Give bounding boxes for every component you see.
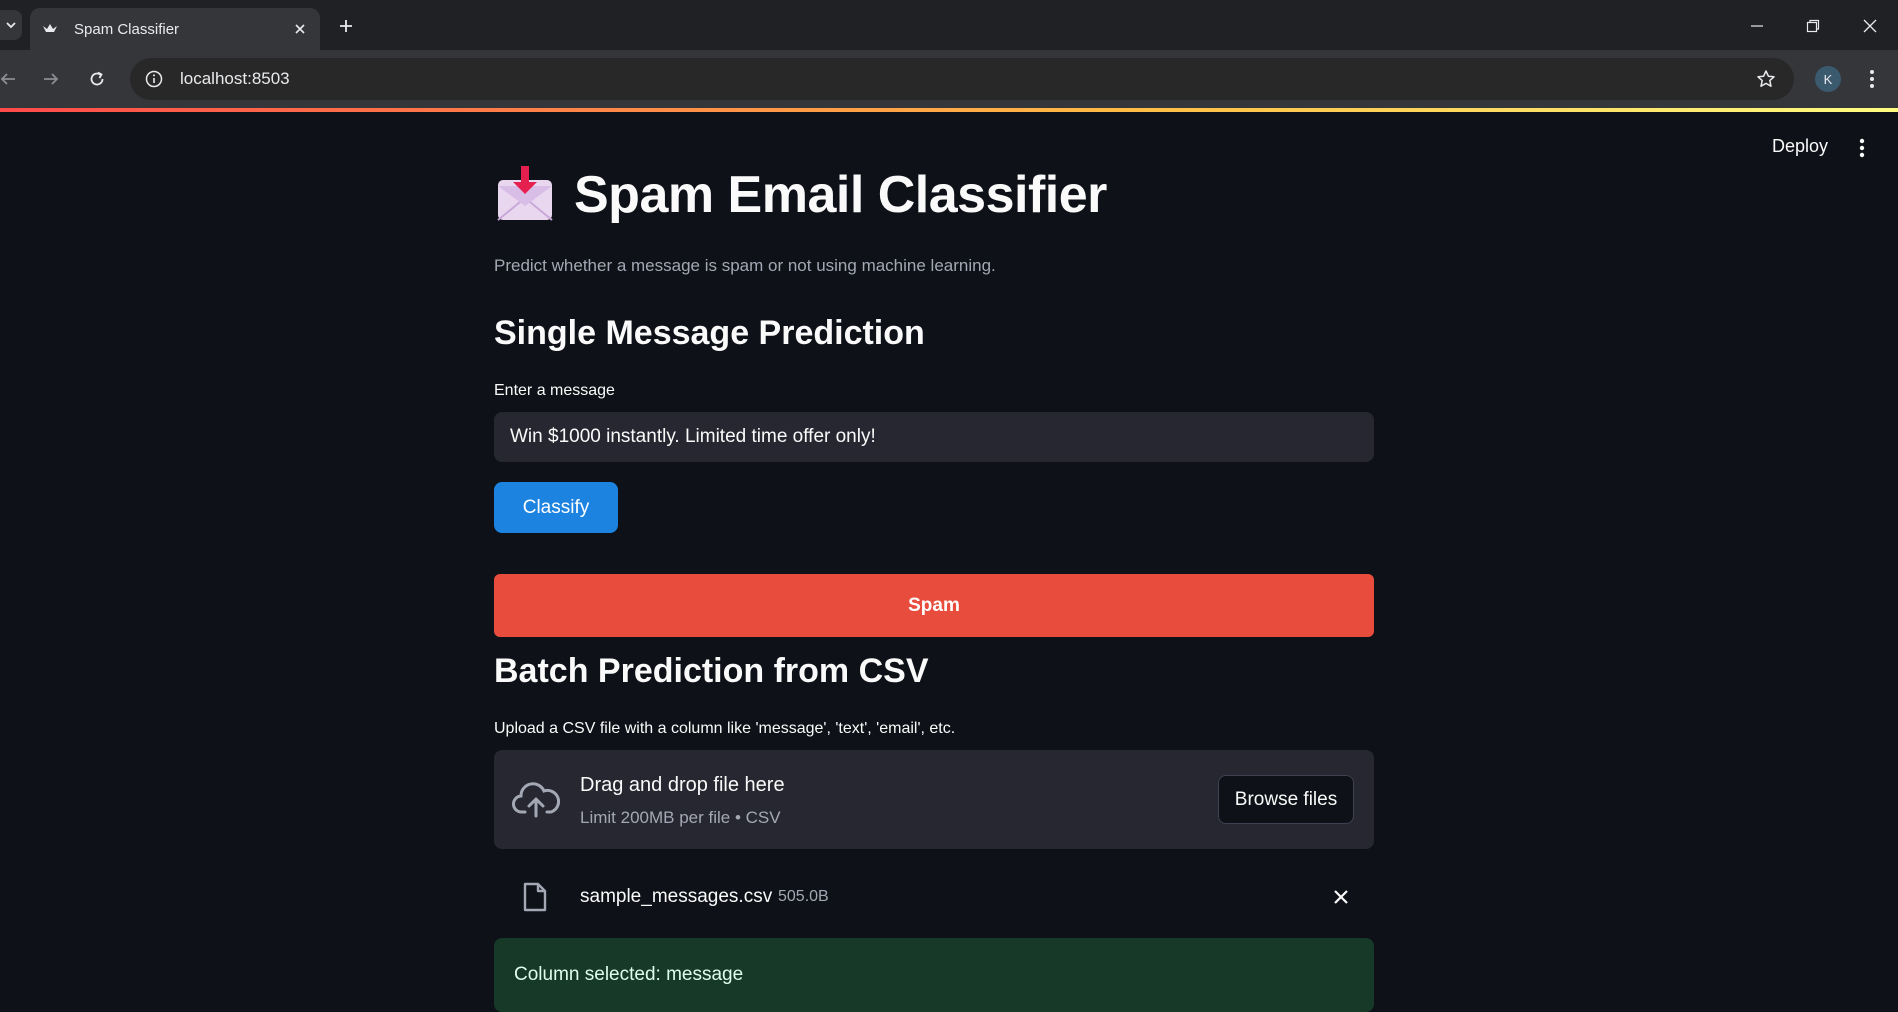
site-info-icon[interactable] bbox=[142, 67, 166, 91]
browse-files-button[interactable]: Browse files bbox=[1218, 775, 1354, 824]
deploy-button[interactable]: Deploy bbox=[1772, 136, 1828, 157]
dropzone-title: Drag and drop file here bbox=[580, 774, 785, 796]
streamlit-favicon-icon bbox=[42, 21, 58, 37]
message-input-label: Enter a message bbox=[494, 382, 615, 399]
classify-button[interactable]: Classify bbox=[494, 482, 618, 533]
incoming-envelope-icon bbox=[497, 166, 553, 221]
browser-tabstrip: Spam Classifier bbox=[0, 0, 1898, 50]
csv-upload-label: Upload a CSV file with a column like 'me… bbox=[494, 720, 956, 737]
uploaded-file-size: 505.0B bbox=[778, 888, 829, 905]
prediction-result-badge: Spam bbox=[494, 574, 1374, 637]
uploaded-file-name: sample_messages.csv bbox=[580, 886, 773, 907]
dropzone-hint: Limit 200MB per file • CSV bbox=[580, 808, 781, 827]
message-input[interactable] bbox=[494, 412, 1374, 462]
tab-title: Spam Classifier bbox=[74, 20, 180, 38]
forward-arrow-icon[interactable] bbox=[37, 65, 65, 93]
browser-tab-active[interactable]: Spam Classifier bbox=[30, 8, 320, 50]
chevron-down-icon bbox=[6, 22, 16, 29]
new-tab-plus-icon[interactable] bbox=[334, 14, 358, 38]
back-arrow-icon[interactable] bbox=[0, 65, 22, 93]
file-icon bbox=[523, 882, 547, 912]
cloud-upload-icon bbox=[512, 782, 560, 818]
batch-prediction-heading: Batch Prediction from CSV bbox=[494, 652, 929, 690]
tab-close-icon[interactable] bbox=[290, 19, 310, 39]
window-minimize-icon[interactable] bbox=[1745, 14, 1769, 38]
url-text: localhost:8503 bbox=[180, 69, 290, 88]
streamlit-decoration-bar bbox=[0, 108, 1898, 112]
main-menu-icon[interactable] bbox=[1850, 134, 1874, 162]
window-close-icon[interactable] bbox=[1858, 14, 1882, 38]
page-subtitle: Predict whether a message is spam or not… bbox=[494, 256, 996, 275]
file-dropzone[interactable]: Drag and drop file here Limit 200MB per … bbox=[494, 750, 1374, 849]
address-bar[interactable]: localhost:8503 bbox=[130, 58, 1794, 100]
browser-menu-icon[interactable] bbox=[1860, 64, 1884, 94]
tab-search-button[interactable] bbox=[0, 10, 22, 40]
uploaded-file-item: sample_messages.csv 505.0B bbox=[494, 870, 1374, 920]
page-title: Spam Email Classifier bbox=[494, 164, 1107, 226]
window-restore-icon[interactable] bbox=[1801, 14, 1825, 38]
page-title-text: Spam Email Classifier bbox=[574, 166, 1107, 224]
browser-toolbar: localhost:8503 K bbox=[0, 50, 1898, 108]
single-prediction-heading: Single Message Prediction bbox=[494, 314, 925, 352]
profile-avatar[interactable]: K bbox=[1815, 66, 1841, 92]
bookmark-star-icon[interactable] bbox=[1752, 65, 1780, 93]
reload-icon[interactable] bbox=[83, 65, 111, 93]
remove-file-close-icon[interactable] bbox=[1330, 886, 1352, 908]
success-alert-text: Column selected: message bbox=[514, 964, 744, 985]
success-alert: Column selected: message bbox=[494, 938, 1374, 1012]
